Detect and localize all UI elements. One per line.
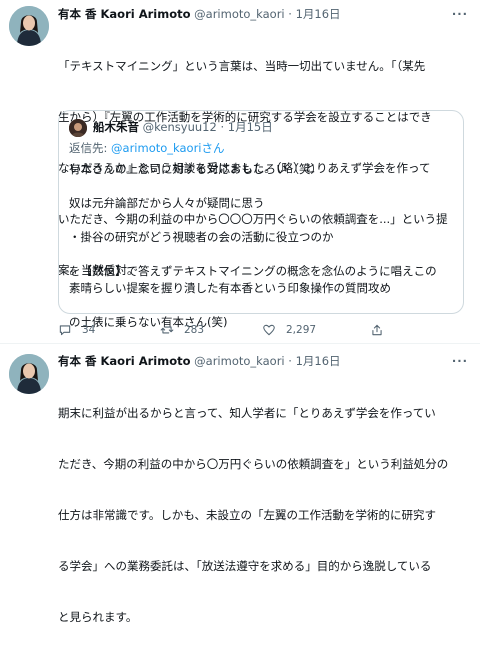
tweet-time[interactable]: 1月16日 <box>296 354 341 368</box>
share-upload-icon <box>372 324 382 336</box>
quoted-text-line: を【数値】で答えずテキストマイニングの概念を念仏のように唱えこの <box>69 264 437 278</box>
quoted-text-line: 奴は元弁論部だから人々が疑問に思う <box>69 196 265 210</box>
tweet-text-line: と見られます。 <box>58 610 138 624</box>
avatar[interactable] <box>9 6 49 46</box>
separator-dot: · <box>288 354 292 368</box>
tweet-actions: 34 283 2,297 <box>58 323 468 341</box>
heart-icon <box>263 324 275 336</box>
quoted-author-name: 船木朱音 <box>93 120 139 134</box>
reply-mention[interactable]: @arimoto_kaori <box>111 141 201 155</box>
quoted-text-line: ・掛谷の研究がどう視聴者の会の活動に役立つのか <box>69 230 334 244</box>
reply-prefix: 返信先: <box>69 141 108 155</box>
speech-bubble-icon <box>59 325 71 336</box>
reply-count: 34 <box>82 324 96 336</box>
tweet-2[interactable]: 有本 香 Kaori Arimoto @arimoto_kaori · 1月16… <box>0 344 480 624</box>
separator-dot: · <box>220 120 225 134</box>
separator-dot: · <box>288 7 292 21</box>
more-dots-icon[interactable]: ··· <box>452 353 468 370</box>
quoted-time: 1月15日 <box>227 120 273 134</box>
tweet-text-line: 期末に利益が出るからと言って、知人学者に「とりあえず学会を作ってい <box>58 406 436 420</box>
quoted-paragraph: 奴は元弁論部だから人々が疑問に思う <box>69 195 455 212</box>
reply-suffix: さん <box>201 141 225 155</box>
retweet-arrows-icon <box>160 326 174 334</box>
quoted-tweet[interactable]: 船木朱音 @kensyuu12 · 1月15日 返信先: @arimoto_ka… <box>58 110 464 329</box>
author-handle[interactable]: @arimoto_kaori <box>194 7 284 21</box>
tweet-text-line: る学会」への業務委託は、「放送法遵守を求める」目的から逸脱している <box>58 559 432 573</box>
share-button[interactable] <box>370 323 394 337</box>
tweet-header: 有本 香 Kaori Arimoto @arimoto_kaori · 1月16… <box>58 6 472 23</box>
author-name[interactable]: 有本 香 Kaori Arimoto <box>58 7 191 21</box>
quoted-author-handle: @kensyuu12 <box>142 120 217 134</box>
reply-button[interactable]: 34 <box>58 323 95 337</box>
tweet-1[interactable]: 有本 香 Kaori Arimoto @arimoto_kaori · 1月16… <box>0 0 480 344</box>
like-count: 2,297 <box>286 324 317 336</box>
tweet-time[interactable]: 1月16日 <box>296 7 341 21</box>
tweet-header: 有本 香 Kaori Arimoto @arimoto_kaori · 1月16… <box>58 353 472 370</box>
quoted-paragraph: 有本さんの上念司に対する対応おもしろい（笑） <box>69 161 455 178</box>
quoted-header: 船木朱音 @kensyuu12 · 1月15日 <box>93 119 273 136</box>
tweet-text-line: ただき、今期の利益の中から〇万円ぐらいの依頼調査を」という利益処分の <box>58 457 449 471</box>
quoted-paragraph: ・掛谷の研究がどう視聴者の会の活動に役立つのか <box>69 229 455 246</box>
quoted-avatar <box>69 119 87 137</box>
tweet-2-content: 有本 香 Kaori Arimoto @arimoto_kaori · 1月16… <box>58 353 472 660</box>
tweet-text-line: 「テキストマイニング」という言葉は、当時一切出ていません。「（某先 <box>58 59 426 73</box>
quoted-paragraph: を【数値】で答えずテキストマイニングの概念を念仏のように唱えこの 素晴らしい提案… <box>69 263 455 297</box>
tweet-text-line: 仕方は非常識です。しかも、未設立の「左翼の工作活動を学術的に研究す <box>58 508 437 522</box>
like-button[interactable]: 2,297 <box>262 323 316 337</box>
more-dots-icon[interactable]: ··· <box>452 6 468 23</box>
quoted-text-line: 有本さんの上念司に対する対応おもしろい（笑） <box>69 162 322 176</box>
quoted-text-line: 素晴らしい提案を握り潰した有本香という印象操作の質問攻め <box>69 281 391 295</box>
author-handle[interactable]: @arimoto_kaori <box>194 354 284 368</box>
retweet-count: 283 <box>184 324 205 336</box>
author-name[interactable]: 有本 香 Kaori Arimoto <box>58 354 191 368</box>
quoted-text: 有本さんの上念司に対する対応おもしろい（笑） 奴は元弁論部だから人々が疑問に思う… <box>69 161 455 348</box>
reply-context: 返信先: @arimoto_kaoriさん <box>69 140 225 157</box>
retweet-button[interactable]: 283 <box>160 323 204 337</box>
avatar[interactable] <box>9 354 49 394</box>
tweet-text: 期末に利益が出るからと言って、知人学者に「とりあえず学会を作ってい ただき、今期… <box>58 371 472 660</box>
